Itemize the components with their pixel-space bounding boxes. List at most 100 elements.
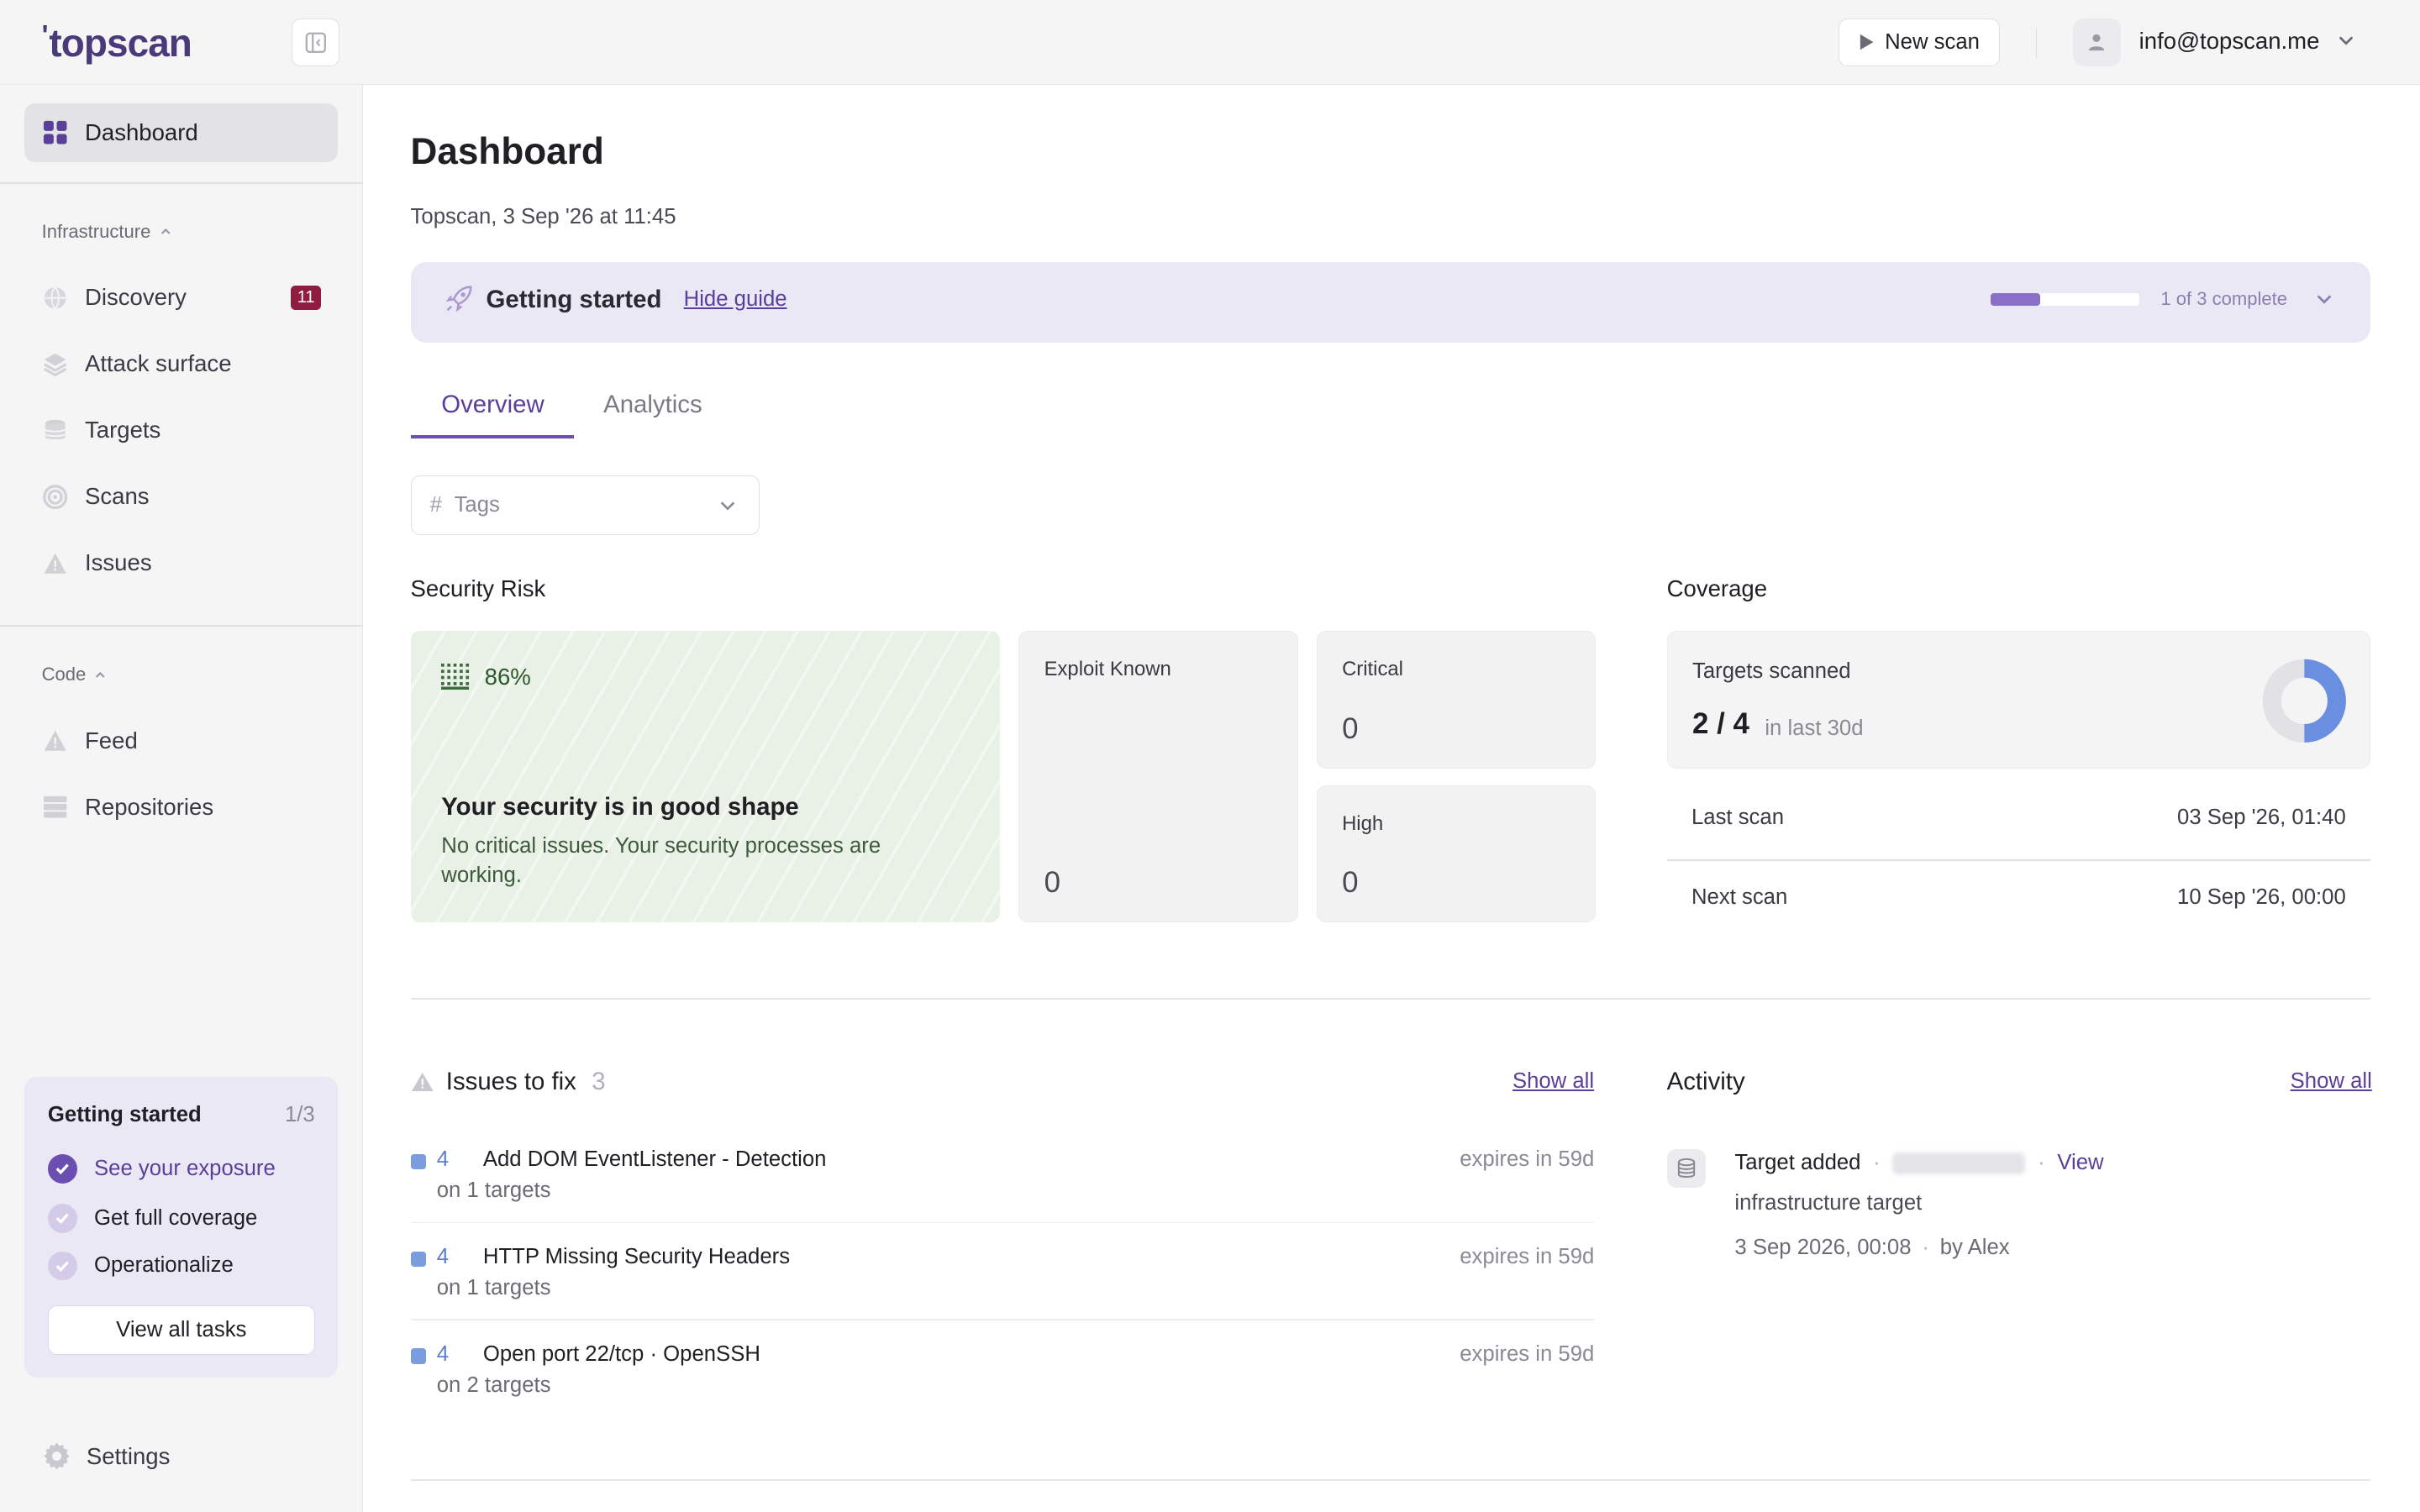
activity-event-header: Target added · · View	[1734, 1151, 2103, 1175]
severity-marker	[410, 1153, 426, 1170]
tags-placeholder: Tags	[454, 493, 500, 517]
sidebar-item-discovery[interactable]: Discovery 11	[24, 269, 338, 328]
issue-expiry: expires in 59d	[1460, 1341, 1595, 1366]
issue-count: 4	[436, 1147, 450, 1172]
issues-show-all-link[interactable]: Show all	[1512, 1069, 1594, 1094]
activity-view-link[interactable]: View	[2057, 1151, 2103, 1175]
check-icon	[47, 1153, 77, 1184]
issue-targets: on 2 targets	[436, 1373, 551, 1397]
issue-divider	[410, 1221, 1595, 1224]
sidebar-item-label: Repositories	[84, 793, 214, 820]
issue-expiry: expires in 59d	[1460, 1147, 1595, 1172]
page-subtitle: Topscan, 3 Sep '26 at 11:45	[410, 205, 676, 229]
task-operationalize[interactable]: Operationalize	[47, 1251, 234, 1281]
new-scan-label: New scan	[1885, 30, 1980, 54]
sidebar-item-label: Targets	[84, 417, 161, 444]
high-label: High	[1342, 812, 1384, 836]
sidebar: Dashboard Infrastructure Discovery 11 At…	[0, 85, 363, 1512]
issue-targets: on 1 targets	[436, 1179, 551, 1203]
task-label: See your exposure	[94, 1156, 276, 1180]
warning-icon	[411, 1072, 434, 1092]
task-label: Get full coverage	[94, 1205, 258, 1230]
chevron-up-icon	[96, 671, 106, 678]
risk-score-value: 86%	[484, 663, 531, 690]
task-full-coverage[interactable]: Get full coverage	[47, 1203, 258, 1233]
sidebar-item-feed[interactable]: Feed	[24, 711, 338, 770]
getting-started-card: Getting started 1/3 See your exposure Ge…	[24, 1077, 339, 1378]
exploit-known-label: Exploit Known	[1044, 658, 1171, 681]
collapse-sidebar-button[interactable]	[292, 18, 340, 66]
issue-name: HTTP Missing Security Headers	[482, 1245, 791, 1269]
task-label: Operationalize	[94, 1253, 234, 1278]
user-icon	[2088, 34, 2105, 51]
tags-select[interactable]: # Tags	[410, 475, 760, 536]
chevron-down-icon[interactable]	[2315, 290, 2333, 308]
sidebar-item-repositories[interactable]: Repositories	[24, 778, 338, 837]
sidebar-item-label: Dashboard	[84, 118, 198, 145]
coverage-divider	[1666, 859, 2371, 861]
next-scan-value: 10 Sep '26, 00:00	[2177, 885, 2346, 910]
layers-icon	[43, 352, 67, 376]
issues-title: Issues to fix	[445, 1067, 576, 1095]
tab-overview[interactable]: Overview	[441, 391, 544, 419]
section-label: Code	[41, 663, 87, 685]
section-divider	[410, 1479, 2371, 1482]
sidebar-item-dashboard[interactable]: Dashboard	[24, 103, 339, 162]
hide-guide-link[interactable]: Hide guide	[684, 287, 787, 312]
separator-dot: ·	[1873, 1151, 1881, 1175]
issue-row[interactable]: 4 Open port 22/tcp · OpenSSH on 2 target…	[410, 1341, 1595, 1438]
chevron-down-icon	[720, 501, 735, 511]
next-scan-row: Next scan 10 Sep '26, 00:00	[1667, 863, 2371, 940]
avatar[interactable]	[2072, 18, 2121, 66]
issue-row[interactable]: 4 Add DOM EventListener - Detection on 1…	[410, 1147, 1595, 1244]
security-risk-heading: Security Risk	[410, 575, 546, 602]
targets-scanned-card[interactable]: Targets scanned 2 / 4 in last 30d	[1666, 631, 2371, 769]
code-section-header[interactable]: Code	[42, 664, 108, 685]
sidebar-item-scans[interactable]: Scans	[24, 468, 338, 527]
critical-card[interactable]: Critical 0	[1316, 631, 1597, 769]
activity-event-author: by Alex	[1939, 1236, 2010, 1260]
next-scan-label: Next scan	[1691, 885, 1788, 910]
high-card[interactable]: High 0	[1316, 785, 1597, 923]
topscan-logo[interactable]: 'topscan	[42, 20, 192, 66]
topbar-divider	[2035, 28, 2038, 59]
issue-name: Open port 22/tcp · OpenSSH	[482, 1341, 760, 1366]
issue-expiry: expires in 59d	[1460, 1245, 1595, 1269]
coverage-donut-arc	[2303, 659, 2346, 743]
task-see-exposure[interactable]: See your exposure	[47, 1153, 276, 1184]
target-icon	[43, 484, 68, 509]
sidebar-item-label: Issues	[84, 549, 152, 576]
chevron-down-icon[interactable]	[2337, 31, 2355, 50]
guide-progress-fill	[1991, 292, 2041, 306]
security-risk-card[interactable]: 86% Your security is in good shape No cr…	[410, 631, 1001, 923]
guide-status: 1 of 3 complete	[2160, 288, 2287, 310]
sidebar-item-settings[interactable]: Settings	[43, 1442, 170, 1470]
issue-row[interactable]: 4 HTTP Missing Security Headers on 1 tar…	[410, 1243, 1595, 1341]
server-icon	[43, 795, 67, 819]
new-scan-button[interactable]: New scan	[1838, 18, 2001, 66]
last-scan-row: Last scan 03 Sep '26, 01:40	[1667, 782, 2371, 859]
chevron-up-icon	[160, 228, 171, 235]
sidebar-item-targets[interactable]: Targets	[24, 402, 338, 460]
issue-divider	[410, 1319, 1595, 1321]
coverage-donut-chart	[2262, 659, 2346, 743]
targets-scanned-value: 2 / 4	[1691, 707, 1749, 741]
user-email[interactable]: info@topscan.me	[2139, 28, 2320, 55]
database-icon	[1666, 1149, 1706, 1189]
sidebar-item-issues[interactable]: Issues	[24, 533, 338, 592]
activity-show-all-link[interactable]: Show all	[2291, 1069, 2372, 1094]
separator-dot: ·	[1922, 1236, 1929, 1260]
issues-heading: Issues to fix 3	[411, 1068, 606, 1096]
sidebar-divider	[0, 624, 363, 627]
view-all-tasks-button[interactable]: View all tasks	[47, 1305, 315, 1355]
sidebar-item-label: Attack surface	[84, 350, 232, 377]
high-value: 0	[1342, 866, 1359, 900]
issues-count: 3	[592, 1067, 606, 1095]
exploit-known-card[interactable]: Exploit Known 0	[1018, 631, 1298, 923]
sidebar-item-attack-surface[interactable]: Attack surface	[24, 335, 338, 394]
getting-started-count: 1/3	[284, 1103, 315, 1127]
sidebar-item-label: Discovery	[84, 284, 187, 311]
tab-analytics[interactable]: Analytics	[603, 391, 702, 419]
getting-started-guide-bar[interactable]: Getting started Hide guide 1 of 3 comple…	[410, 262, 2371, 343]
infrastructure-section-header[interactable]: Infrastructure	[42, 221, 172, 243]
